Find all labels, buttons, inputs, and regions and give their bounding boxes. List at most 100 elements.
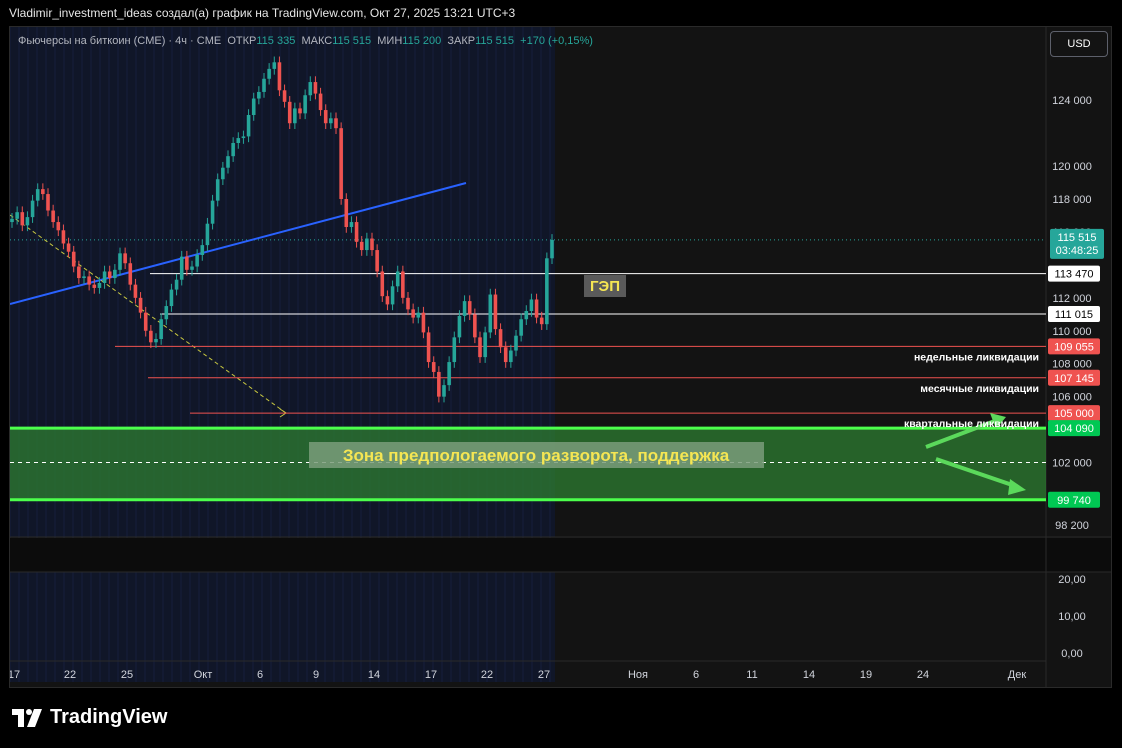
price-tick-label: 110 000 [1053, 326, 1092, 338]
candle-body [190, 266, 194, 270]
candle-body [354, 222, 359, 242]
chart-canvas[interactable]: 124 000120 000118 000116 000112 000110 0… [10, 27, 1112, 688]
price-tick-label: 106 000 [1052, 392, 1092, 404]
oscillator-tick-label: 0,00 [1061, 648, 1082, 660]
candle-body [10, 218, 14, 223]
candle-body [46, 194, 50, 211]
price-badge-label: 115 515 [1058, 232, 1097, 244]
time-tick-label: 19 [860, 669, 872, 681]
candle-body [447, 362, 451, 386]
legend-open-value: 115 335 [256, 35, 296, 47]
candle-body [509, 350, 513, 363]
oscillator-tick-label: 10,00 [1058, 611, 1086, 623]
price-tick-label: 102 000 [1052, 458, 1092, 470]
time-tick-label: 6 [693, 669, 699, 681]
candle-body [462, 301, 467, 316]
time-tick-label: 6 [257, 669, 263, 681]
candle-body [473, 314, 477, 338]
candle-body [123, 253, 127, 264]
candle-body [82, 276, 86, 279]
candle-body [169, 289, 174, 307]
candle-body [20, 212, 25, 226]
legend-close-label: ЗАКР [447, 35, 476, 47]
tradingview-logo[interactable]: TradingView [12, 706, 167, 729]
time-tick-label: 9 [313, 669, 319, 681]
pane-separator [10, 538, 1111, 572]
candle-body [385, 296, 390, 305]
candle-body [246, 115, 251, 137]
candle-body [133, 284, 138, 298]
candle-body [179, 256, 184, 280]
candle-body [251, 98, 256, 115]
candle-body [339, 128, 343, 199]
candle-body [164, 306, 169, 320]
candle-body [221, 167, 225, 180]
candle-body [128, 263, 133, 285]
candle-body [390, 286, 395, 305]
candle-body [478, 337, 482, 358]
zone-label: Зона предпологаемого разворота, поддержк… [343, 446, 730, 465]
candle-body [524, 311, 529, 320]
candle-body [226, 156, 230, 168]
candle-body [185, 256, 189, 270]
candle-body [25, 217, 30, 226]
candle-body [365, 238, 369, 251]
candle-body [262, 78, 266, 92]
price-badge-label: 104 090 [1054, 423, 1094, 435]
candle-body [503, 347, 508, 363]
candle-body [370, 238, 374, 251]
chart-header-title: Vladimir_investment_ideas создал(а) граф… [9, 6, 516, 20]
candle-body [15, 212, 19, 219]
candle-body [380, 271, 385, 297]
time-tick-label: Окт [194, 669, 213, 681]
candle-body [51, 210, 55, 223]
oscillator-tick-label: 20,00 [1058, 574, 1086, 586]
chart-frame[interactable]: 124 000120 000118 000116 000112 000110 0… [9, 26, 1112, 688]
candle-body [514, 335, 518, 351]
price-badge-label: 105 000 [1054, 408, 1094, 420]
time-tick-label: 14 [803, 669, 815, 681]
price-badge-label: 107 145 [1054, 373, 1094, 385]
candle-body [395, 271, 400, 287]
legend-change-value: +170 (+0,15%) [520, 35, 593, 47]
candle-body [334, 118, 338, 129]
candle-body [349, 222, 354, 227]
currency-button[interactable]: USD [1050, 31, 1108, 57]
price-tick-label: 98 200 [1055, 520, 1089, 532]
time-tick-label: 25 [121, 669, 133, 681]
candle-body [375, 250, 379, 272]
tradingview-icon [12, 708, 42, 727]
legend-high-value: 115 515 [332, 35, 372, 47]
candle-body [421, 312, 426, 333]
candle-body [431, 362, 436, 372]
legend-symbol[interactable]: Фьючерсы на биткоин (CME) · 4ч · CME [18, 35, 221, 47]
liquidation-label: месячные ликвидации [920, 383, 1039, 395]
candle-body [426, 332, 431, 363]
candle-body [210, 200, 215, 224]
candle-body [87, 276, 91, 285]
time-tick-label: 22 [481, 669, 493, 681]
candle-body [467, 301, 472, 315]
candle-body [241, 136, 246, 139]
price-badge-label: 111 015 [1055, 309, 1093, 321]
candle-body [277, 62, 282, 91]
time-tick-label: 11 [746, 669, 757, 681]
candle-body [30, 200, 35, 218]
candle-body [174, 279, 179, 290]
time-tick-label: Ноя [628, 669, 648, 681]
candle-body [77, 266, 81, 279]
candle-body [215, 179, 220, 201]
candle-body [498, 329, 503, 348]
candle-body [66, 243, 71, 252]
candle-body [452, 337, 457, 363]
candle-body [303, 95, 307, 114]
candle-body [71, 251, 76, 267]
candle-body [359, 241, 364, 251]
candle-body [488, 294, 493, 333]
candle-body [457, 315, 462, 338]
time-tick-label: 22 [64, 669, 76, 681]
price-tick-label: 124 000 [1052, 95, 1092, 107]
candle-body [401, 271, 405, 298]
price-tick-label: 118 000 [1053, 194, 1092, 206]
legend-low-value: 115 200 [402, 35, 442, 47]
